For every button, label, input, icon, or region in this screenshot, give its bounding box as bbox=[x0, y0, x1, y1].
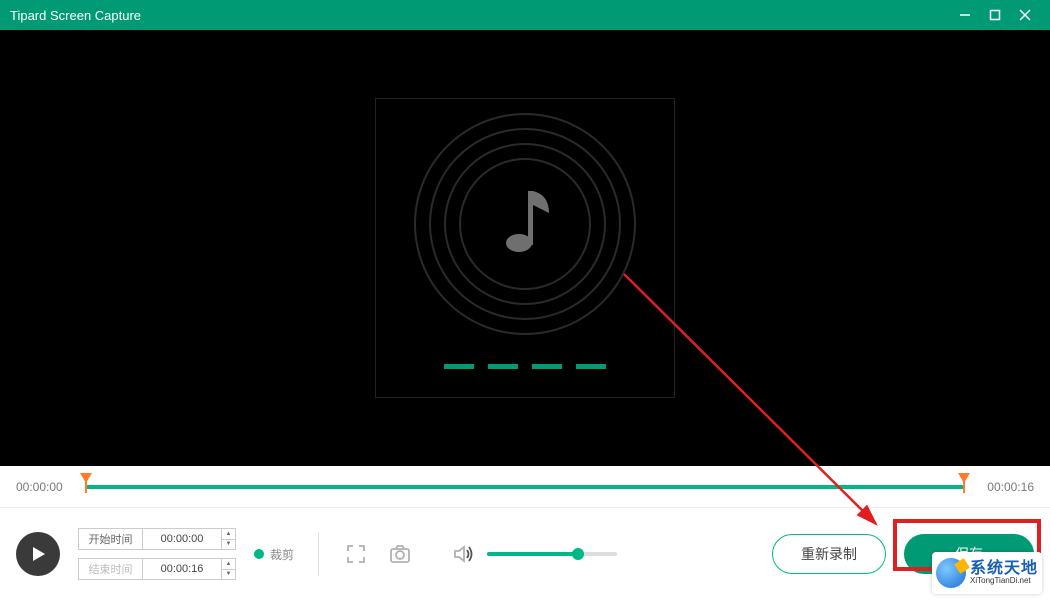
crop-indicator-icon bbox=[254, 549, 264, 559]
volume-slider[interactable] bbox=[487, 552, 617, 556]
volume-fill bbox=[487, 552, 578, 556]
minimize-icon bbox=[959, 9, 971, 21]
record-disc-icon bbox=[410, 109, 640, 339]
volume-button[interactable] bbox=[451, 541, 477, 567]
end-time-label: 结束时间 bbox=[78, 558, 142, 580]
fullscreen-button[interactable] bbox=[343, 541, 369, 567]
watermark-globe-icon bbox=[936, 558, 966, 588]
crop-label: 裁剪 bbox=[270, 546, 294, 563]
volume-thumb[interactable] bbox=[572, 548, 584, 560]
titlebar: Tipard Screen Capture bbox=[0, 0, 1050, 30]
minimize-button[interactable] bbox=[950, 0, 980, 30]
app-title: Tipard Screen Capture bbox=[10, 8, 950, 23]
watermark-en: XiTongTianDi.net bbox=[970, 577, 1038, 585]
preview-area bbox=[0, 30, 1050, 466]
audio-level-dashes bbox=[444, 364, 606, 369]
timeline-row: 00:00:00 00:00:16 bbox=[0, 466, 1050, 508]
play-icon bbox=[29, 545, 47, 563]
play-button[interactable] bbox=[16, 532, 60, 576]
close-button[interactable] bbox=[1010, 0, 1040, 30]
divider bbox=[318, 532, 319, 576]
rerecord-label: 重新录制 bbox=[801, 544, 857, 564]
watermark-cn: 系统天地 bbox=[970, 561, 1038, 577]
end-time-input[interactable] bbox=[142, 558, 222, 580]
snapshot-button[interactable] bbox=[387, 541, 413, 567]
time-input-group: 开始时间 ▲▼ 结束时间 ▲▼ bbox=[78, 528, 236, 580]
timeline-start-label: 00:00:00 bbox=[16, 480, 76, 494]
controls-row: 开始时间 ▲▼ 结束时间 ▲▼ 裁剪 bbox=[0, 508, 1050, 600]
speaker-icon bbox=[453, 544, 475, 564]
start-time-input[interactable] bbox=[142, 528, 222, 550]
start-time-spinner[interactable]: ▲▼ bbox=[222, 528, 236, 550]
camera-icon bbox=[389, 544, 411, 564]
timeline-end-label: 00:00:16 bbox=[974, 480, 1034, 494]
maximize-button[interactable] bbox=[980, 0, 1010, 30]
close-icon bbox=[1019, 9, 1031, 21]
rerecord-button[interactable]: 重新录制 bbox=[772, 534, 886, 574]
maximize-icon bbox=[989, 9, 1001, 21]
timeline-track[interactable] bbox=[86, 477, 964, 497]
end-time-spinner[interactable]: ▲▼ bbox=[222, 558, 236, 580]
timeline-fill bbox=[86, 485, 964, 489]
start-time-label: 开始时间 bbox=[78, 528, 142, 550]
watermark-badge: 系统天地 XiTongTianDi.net bbox=[932, 552, 1042, 594]
fullscreen-icon bbox=[346, 544, 366, 564]
crop-toggle[interactable]: 裁剪 bbox=[254, 546, 294, 563]
end-time-row: 结束时间 ▲▼ bbox=[78, 558, 236, 580]
audio-placeholder bbox=[375, 98, 675, 398]
start-time-row: 开始时间 ▲▼ bbox=[78, 528, 236, 550]
volume-group bbox=[451, 541, 617, 567]
